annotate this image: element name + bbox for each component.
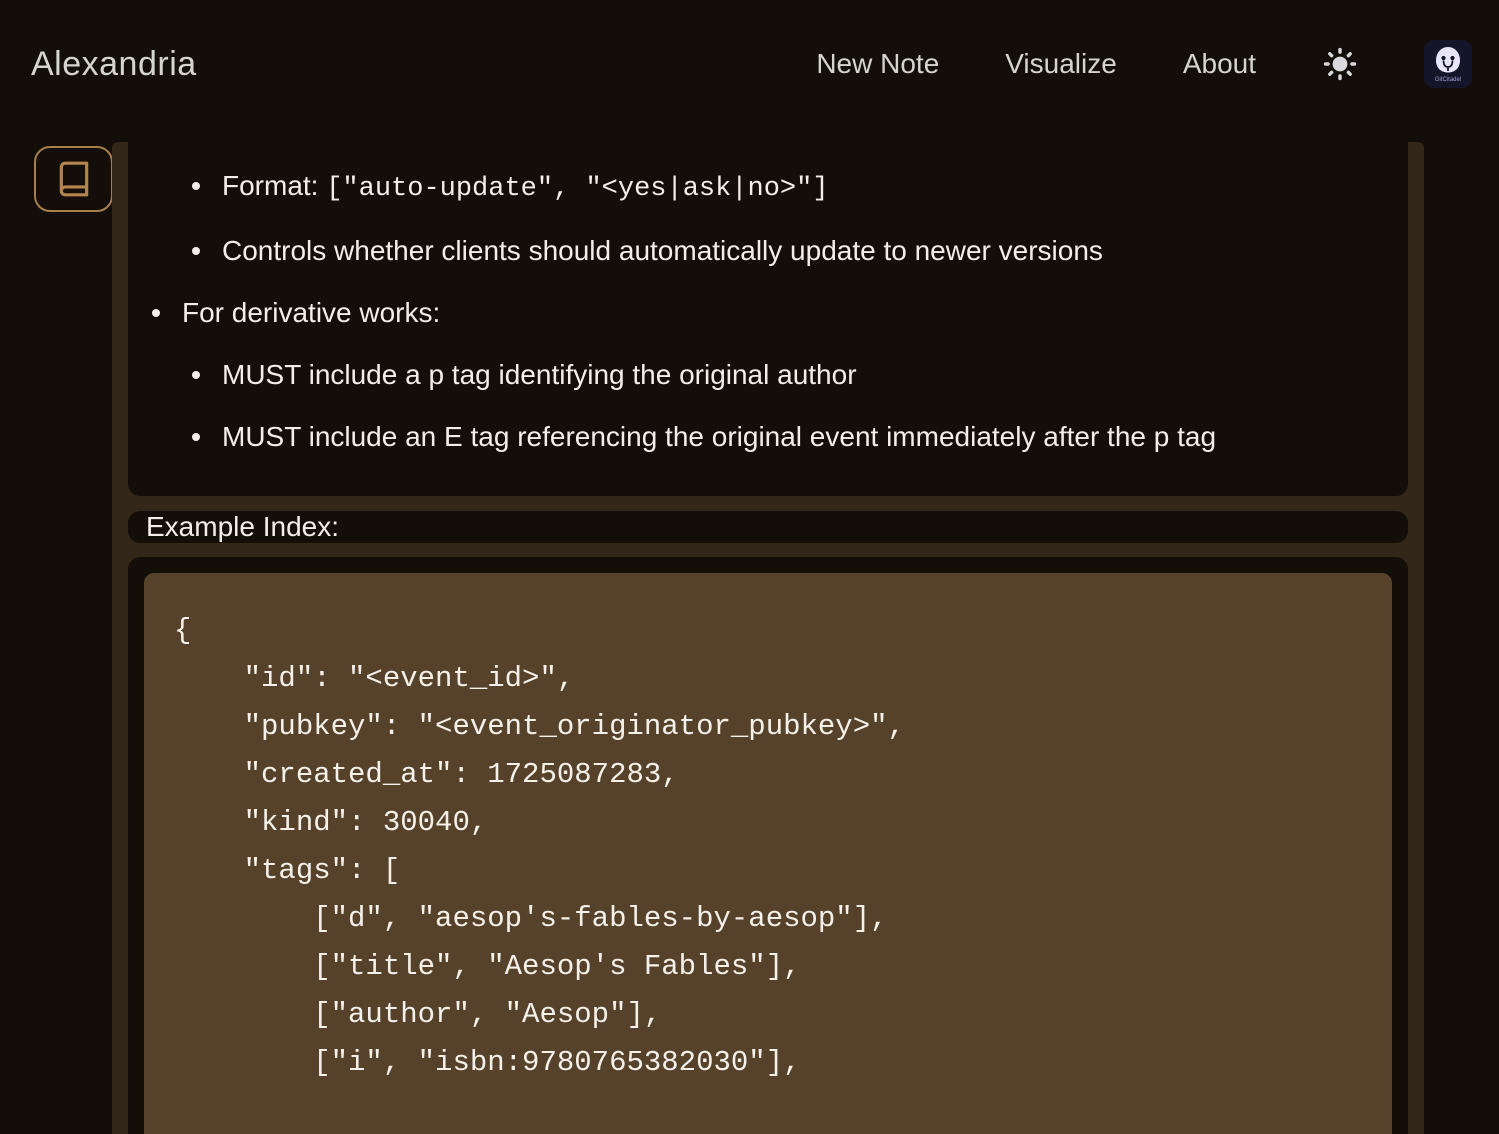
app-header: Alexandria New Note Visualize About xyxy=(0,0,1499,118)
gitcitadel-logo[interactable]: GitCitadel xyxy=(1424,40,1472,88)
list-item-format: Format: ["auto-update", "<yes|ask|no>"] xyxy=(128,167,1384,208)
example-heading-card: Example Index: xyxy=(128,511,1408,543)
list-item-controls: Controls whether clients should automati… xyxy=(128,232,1384,270)
list-item-must-p-tag: MUST include a p tag identifying the ori… xyxy=(128,356,1384,394)
brand-title[interactable]: Alexandria xyxy=(31,45,816,84)
spec-list: Format: ["auto-update", "<yes|ask|no>"] … xyxy=(128,167,1384,456)
list-item-derivative-works: For derivative works: xyxy=(128,294,1384,332)
book-icon xyxy=(55,160,93,198)
format-label: Format: xyxy=(222,170,326,201)
format-code: ["auto-update", "<yes|ask|no>"] xyxy=(326,174,828,204)
sun-icon xyxy=(1323,47,1357,81)
theme-toggle-button[interactable] xyxy=(1322,46,1358,82)
gitcitadel-logo-icon: GitCitadel xyxy=(1424,40,1472,88)
sidebar-toggle-button[interactable] xyxy=(34,146,113,212)
nav-new-note[interactable]: New Note xyxy=(816,48,939,80)
main-nav: New Note Visualize About xyxy=(816,40,1472,88)
code-card: { "id": "<event_id>", "pubkey": "<event_… xyxy=(128,557,1408,1134)
page: { "app": { "brand": "Alexandria" }, "hea… xyxy=(0,0,1499,1134)
example-heading: Example Index: xyxy=(146,511,339,543)
json-code-block: { "id": "<event_id>", "pubkey": "<event_… xyxy=(144,573,1392,1134)
nav-visualize[interactable]: Visualize xyxy=(1005,48,1117,80)
list-item-must-e-tag: MUST include an E tag referencing the or… xyxy=(128,418,1384,456)
nav-about[interactable]: About xyxy=(1183,48,1256,80)
logo-caption: GitCitadel xyxy=(1435,77,1461,83)
content-panel: Format: ["auto-update", "<yes|ask|no>"] … xyxy=(112,142,1424,1134)
spec-card: Format: ["auto-update", "<yes|ask|no>"] … xyxy=(128,142,1408,496)
